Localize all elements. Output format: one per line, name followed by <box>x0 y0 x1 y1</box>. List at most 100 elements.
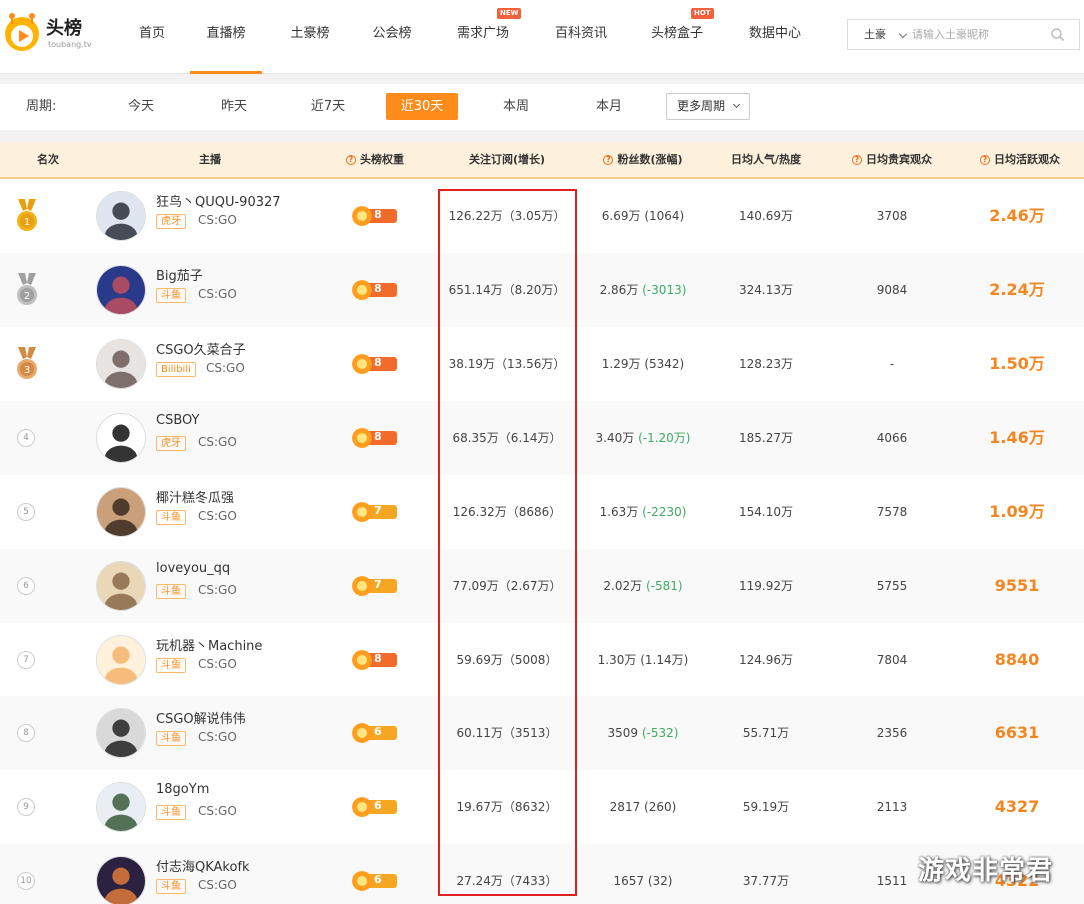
header-fans[interactable]: ? 粉丝数(涨幅) <box>588 142 698 178</box>
avatar[interactable] <box>96 635 146 685</box>
nav-item-7[interactable]: 数据中心 <box>744 0 806 74</box>
active-value: 6631 <box>994 723 1040 742</box>
anchor-name[interactable]: Big茄子 <box>156 265 203 284</box>
period-option-4[interactable]: 本周 <box>480 93 552 120</box>
help-icon[interactable]: ? <box>852 155 862 165</box>
sun-icon <box>352 797 372 817</box>
nav-item-5[interactable]: 百科资讯 <box>550 0 612 74</box>
sun-icon <box>352 428 372 448</box>
weight-value: 7 <box>374 578 382 591</box>
fans-delta: (-1.20万) <box>638 431 691 445</box>
search-icon[interactable] <box>1051 28 1064 41</box>
header-weight[interactable]: ? 头榜权重 <box>320 142 430 178</box>
chevron-down-icon[interactable] <box>898 29 908 39</box>
sun-icon <box>352 650 372 670</box>
avatar[interactable] <box>96 265 146 315</box>
period-option-2[interactable]: 近7天 <box>292 93 364 120</box>
fans-value: 3.40万 <box>595 431 635 445</box>
more-periods-dropdown[interactable]: 更多周期 <box>666 93 750 120</box>
period-option-3[interactable]: 近30天 <box>386 93 458 120</box>
table-row[interactable]: 4 CSBOY 虎牙 CS:GO 8 68.35万（6.14万） 3.40万 (… <box>0 401 1084 475</box>
subs-value: 27.24万（7433） <box>456 874 558 888</box>
anchor-name[interactable]: 付志海QKAkofk <box>156 856 250 875</box>
nav-item-0[interactable]: 首页 <box>132 0 172 74</box>
subs-value: 126.32万（8686） <box>452 505 562 519</box>
header-vip[interactable]: ? 日均贵宾观众 <box>832 142 952 178</box>
help-icon[interactable]: ? <box>603 155 614 165</box>
table-row[interactable]: 9 18goYm 斗鱼 CS:GO 6 19.67万（8632） 2817 (2… <box>0 770 1084 844</box>
anchor-name[interactable]: loveyou_qq <box>156 561 230 576</box>
period-option-1[interactable]: 昨天 <box>198 93 270 120</box>
avatar[interactable] <box>96 339 146 389</box>
giraffe-logo-icon <box>5 13 39 51</box>
table-row[interactable]: 1 狂鸟丶QUQU-90327 虎牙 CS:GO 8 126.22万（3.05万… <box>0 179 1084 253</box>
subs-value: 59.69万（5008） <box>456 653 558 667</box>
search-input[interactable] <box>912 24 1042 45</box>
weight-value: 6 <box>374 873 382 886</box>
avatar[interactable] <box>96 856 146 904</box>
header-subs[interactable]: 关注订阅(增长) <box>440 142 574 178</box>
logo-text: 头榜 <box>46 18 82 39</box>
nav-item-3[interactable]: 公会榜 <box>368 0 416 74</box>
rank-number: 7 <box>17 651 35 669</box>
fans-delta: (1.14万) <box>640 653 689 667</box>
fans-cell: 3.40万 (-1.20万) <box>580 401 706 475</box>
top-header: 头榜 toubang.tv 首页 直播榜 土豪榜 公会榜 需求广场 NEW 百科资讯 头榜盒子… <box>0 0 1084 74</box>
anchor-name[interactable]: 椰汁糕冬瓜强 <box>156 487 234 506</box>
anchor-name[interactable]: 玩机器丶Machine <box>156 635 262 654</box>
nav-item-label: 需求广场 <box>456 26 509 41</box>
help-icon[interactable]: ? <box>980 155 990 165</box>
header-active[interactable]: ? 日均活跃观众 <box>960 142 1080 178</box>
game-label: CS:GO <box>198 213 237 227</box>
period-option-5[interactable]: 本月 <box>573 93 645 120</box>
table-row[interactable]: 7 玩机器丶Machine 斗鱼 CS:GO 8 59.69万（5008） 1.… <box>0 623 1084 697</box>
help-icon[interactable]: ? <box>346 155 356 165</box>
anchor-name[interactable]: 狂鸟丶QUQU-90327 <box>156 191 281 210</box>
fans-value: 1.29万 <box>601 357 641 371</box>
vip-value: 2113 <box>876 800 908 814</box>
header-popularity[interactable]: 日均人气/热度 <box>710 142 822 178</box>
nav-item-label: 数据中心 <box>748 26 801 41</box>
table-row[interactable]: 3 CSGO久菜合子 Bilibili CS:GO 8 38.19万（13.56… <box>0 327 1084 401</box>
weight-badge: 6 <box>352 871 398 891</box>
weight-badge: 6 <box>352 797 398 817</box>
avatar[interactable] <box>96 487 146 537</box>
nav-item-label: 首页 <box>138 26 165 41</box>
table-row[interactable]: 6 loveyou_qq 斗鱼 CS:GO 7 77.09万（2.67万） 2.… <box>0 549 1084 623</box>
anchor-name[interactable]: CSGO久菜合子 <box>156 339 246 358</box>
chevron-down-icon <box>732 100 741 109</box>
table-row[interactable]: 2 Big茄子 斗鱼 CS:GO 8 651.14万（8.20万） 2.86万 … <box>0 253 1084 327</box>
search-type-select[interactable]: 土豪 <box>864 20 886 49</box>
subs-value: 19.67万（8632） <box>456 800 558 814</box>
weight-badge: 7 <box>352 502 398 522</box>
game-label: CS:GO <box>198 287 237 301</box>
nav-item-1[interactable]: 直播榜 <box>190 0 262 74</box>
avatar[interactable] <box>96 191 146 241</box>
active-value: 4327 <box>994 797 1040 816</box>
nav-item-4[interactable]: 需求广场 NEW <box>452 0 522 74</box>
platform-badge: 斗鱼 <box>156 584 186 599</box>
active-value: 9551 <box>994 576 1040 595</box>
table-row[interactable]: 5 椰汁糕冬瓜强 斗鱼 CS:GO 7 126.32万（8686） 1.63万 … <box>0 475 1084 549</box>
vip-value: 7804 <box>876 653 908 667</box>
fans-delta: (-581) <box>645 579 683 593</box>
table-row[interactable]: 8 CSGO解说伟伟 斗鱼 CS:GO 6 60.11万（3513） 3509 … <box>0 696 1084 770</box>
nav-item-label: 公会榜 <box>372 26 412 41</box>
rank-number: 8 <box>17 724 35 742</box>
anchor-name[interactable]: CSBOY <box>156 413 199 428</box>
avatar[interactable] <box>96 782 146 832</box>
avatar[interactable] <box>96 413 146 463</box>
fans-value: 3509 <box>607 726 639 740</box>
anchor-name[interactable]: CSGO解说伟伟 <box>156 708 246 727</box>
nav-item-2[interactable]: 土豪榜 <box>286 0 334 74</box>
anchor-name[interactable]: 18goYm <box>156 782 209 797</box>
vip-value: 3708 <box>876 209 908 223</box>
active-value: 8840 <box>994 650 1040 669</box>
nav-item-6[interactable]: 头榜盒子 HOT <box>646 0 714 74</box>
site-logo[interactable]: 头榜 toubang.tv <box>2 10 92 54</box>
weight-badge: 8 <box>352 428 398 448</box>
period-option-0[interactable]: 今天 <box>105 93 177 120</box>
subs-value: 38.19万（13.56万） <box>448 357 566 371</box>
avatar[interactable] <box>96 708 146 758</box>
avatar[interactable] <box>96 561 146 611</box>
